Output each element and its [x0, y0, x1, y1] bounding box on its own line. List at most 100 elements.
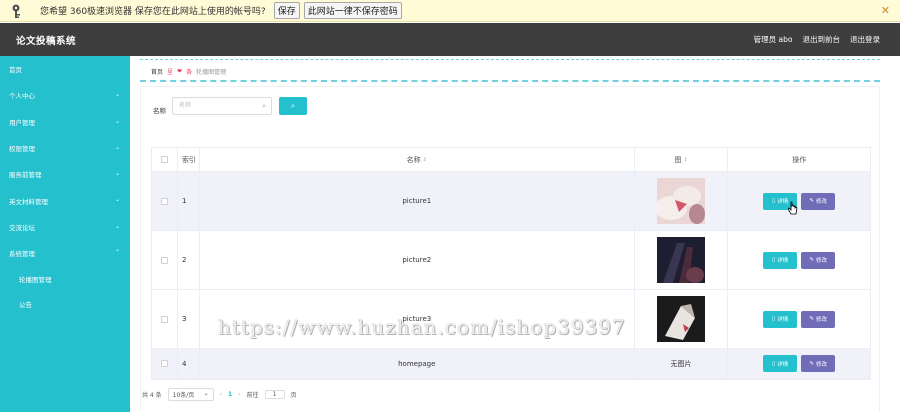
row-image [635, 231, 729, 289]
header-index: 索引 [178, 148, 200, 171]
sort-icon[interactable]: ⇕ [683, 157, 687, 163]
header-select-all[interactable] [152, 148, 178, 171]
row-index: 1 [178, 172, 200, 230]
edit-label: 修改 [816, 258, 828, 264]
page-size-value: 10条/页 [172, 392, 195, 399]
row-actions: ▯ 详情 ✎ 修改 [728, 172, 870, 230]
document-icon: ▯ [772, 316, 776, 322]
pencil-icon: ✎ [809, 257, 814, 263]
search-placeholder: 名称 [179, 102, 192, 109]
row-index: 2 [178, 231, 200, 289]
breadcrumb-separator-left: 呈 [167, 68, 174, 76]
password-save-bar: 您希望 360极速浏览器 保存您在此网站上使用的帐号吗? 保存 此网站一律不保存… [0, 0, 900, 22]
header-image[interactable]: 图 ⇕ [635, 148, 729, 171]
pencil-icon: ✎ [809, 316, 814, 322]
chevron-down-icon: ⌄ [203, 390, 209, 397]
detail-button[interactable]: ▯ 详情 [763, 355, 798, 372]
row-name: picture1 [200, 172, 635, 230]
edit-label: 修改 [816, 361, 828, 368]
sidebar-item-personal-center[interactable]: 个人中心 ⌄ [0, 82, 130, 108]
chevron-down-icon: ⌄ [114, 143, 120, 151]
sidebar-item-label: 权限管理 [9, 145, 35, 154]
logout-link[interactable]: 退出登录 [850, 34, 880, 45]
search-button[interactable]: ⌕ [279, 97, 307, 115]
sidebar-item-label: 个人中心 [9, 92, 35, 101]
header-name[interactable]: 名称 ⇕ [200, 148, 635, 171]
sidebar-subitem-notice[interactable]: 公告 [0, 291, 130, 316]
pencil-icon: ✎ [809, 360, 814, 367]
sidebar-subitem-carousel[interactable]: 轮播图管理 [0, 266, 130, 291]
detail-button[interactable]: ▯ 详情 [763, 310, 798, 328]
never-save-button[interactable]: 此网站一律不保存密码 [303, 2, 402, 19]
save-password-button[interactable]: 保存 [273, 2, 300, 19]
sidebar-item-forum[interactable]: 交流论坛 ⌄ [0, 214, 130, 240]
breadcrumb: 首页 呈 ❤ 各 轮播图管理 [140, 62, 880, 82]
next-page-icon[interactable]: › [238, 391, 240, 398]
prev-page-icon[interactable]: ‹ [220, 391, 222, 398]
sidebar-item-permission-management[interactable]: 权限管理 ⌄ [0, 135, 130, 161]
data-table: 索引 名称 ⇕ 图 ⇕ 操作 1 picture1 ▯ 详情 ✎ 修改 2 pi… [151, 147, 871, 380]
row-name: picture2 [200, 231, 635, 289]
table-row: 2 picture2 ▯ 详情 ✎ 修改 [152, 231, 870, 290]
chevron-down-icon: ⌄ [114, 117, 120, 125]
checkbox[interactable] [160, 360, 168, 367]
page-unit-label: 页 [290, 392, 297, 399]
sidebar-item-label: 首页 [9, 66, 22, 75]
row-actions: ▯ 详情 ✎ 修改 [728, 231, 870, 289]
row-actions: ▯ 详情 ✎ 修改 [728, 290, 870, 348]
edit-button[interactable]: ✎ 修改 [801, 251, 836, 269]
sidebar-item-english-material[interactable]: 英文材料管理 ⌄ [0, 187, 130, 213]
row-image [635, 290, 729, 348]
backstage-link[interactable]: 退出到前台 [803, 34, 841, 45]
search-icon: ⌕ [262, 102, 266, 110]
chevron-down-icon: ⌄ [114, 170, 120, 178]
breadcrumb-home[interactable]: 首页 [151, 67, 163, 76]
document-icon: ▯ [772, 360, 776, 367]
key-icon [10, 3, 26, 19]
chevron-down-icon: ⌄ [114, 196, 120, 204]
row-select[interactable] [152, 231, 178, 289]
checkbox[interactable] [160, 197, 168, 205]
page-size-select[interactable]: 10条/页 ⌄ [167, 388, 214, 401]
pagination: 共 4 条 10条/页 ⌄ ‹ 1 › 前往 1 页 [142, 388, 297, 401]
search-label: 名称 [153, 107, 166, 115]
watermark: https://www.huzhan.com/ishop39397 [218, 315, 626, 339]
row-select[interactable] [152, 349, 178, 378]
mouse-cursor-icon [788, 201, 798, 215]
document-icon: ▯ [772, 198, 776, 204]
checkbox[interactable] [160, 256, 168, 264]
sidebar-item-user-management[interactable]: 用户管理 ⌄ [0, 109, 130, 135]
checkbox[interactable] [160, 156, 168, 163]
detail-button[interactable]: ▯ 详情 [763, 251, 798, 269]
thumbnail-image [657, 237, 706, 283]
current-page[interactable]: 1 [228, 391, 232, 398]
goto-page-input[interactable]: 1 [264, 390, 285, 399]
close-icon[interactable]: ✕ [881, 4, 890, 17]
edit-button[interactable]: ✎ 修改 [801, 355, 836, 372]
sidebar-item-home[interactable]: 首页 [0, 56, 130, 82]
row-select[interactable] [152, 172, 178, 230]
pencil-icon: ✎ [809, 198, 814, 204]
header-operation: 操作 [792, 155, 807, 164]
chevron-down-icon: ⌄ [114, 91, 120, 99]
document-icon: ▯ [772, 257, 776, 263]
checkbox[interactable] [160, 315, 168, 323]
heart-icon: ❤ [177, 67, 183, 75]
table-row: 1 picture1 ▯ 详情 ✎ 修改 [152, 172, 870, 231]
edit-button[interactable]: ✎ 修改 [801, 192, 836, 210]
edit-label: 修改 [816, 199, 828, 205]
search-input[interactable]: 名称 ⌕ [172, 97, 272, 115]
breadcrumb-current: 轮播图管理 [196, 68, 227, 76]
chevron-up-icon: ⌃ [114, 249, 120, 257]
sidebar-item-label: 系统管理 [9, 250, 35, 259]
sort-icon[interactable]: ⇕ [423, 157, 427, 163]
sidebar-item-service-management[interactable]: 服务前管理 ⌄ [0, 161, 130, 187]
sidebar-item-system-management[interactable]: 系统管理 ⌃ [0, 240, 130, 266]
sidebar-item-label: 交流论坛 [9, 223, 35, 232]
row-select[interactable] [152, 290, 178, 348]
edit-button[interactable]: ✎ 修改 [801, 310, 836, 328]
sidebar-subitem-label: 轮播图管理 [19, 275, 52, 284]
goto-label: 前往 [246, 392, 259, 399]
detail-label: 详情 [777, 361, 789, 368]
admin-label: 管理员 abo [753, 35, 793, 44]
